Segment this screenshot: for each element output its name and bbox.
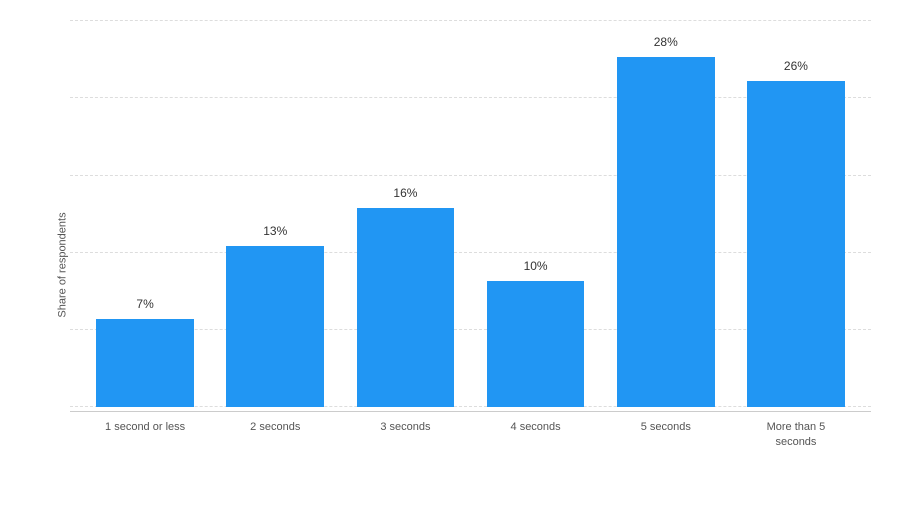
bar-group-3: 16% [340,20,470,407]
bar-value-label-4: 10% [524,259,548,273]
x-label-4: 4 seconds [471,420,601,449]
x-label-6: More than 5seconds [731,420,861,449]
x-axis: 1 second or less2 seconds3 seconds4 seco… [70,412,871,449]
chart-container: Share of respondents 7% 13% 16% 10% 28% 26% 1… [0,0,901,529]
bar-value-label-1: 7% [136,297,153,311]
bar-1: 7% [96,319,194,407]
bar-value-label-2: 13% [263,224,287,238]
bar-group-1: 7% [80,20,210,407]
bar-group-5: 28% [601,20,731,407]
bar-4: 10% [487,281,585,407]
bar-group-2: 13% [210,20,340,407]
bar-group-6: 26% [731,20,861,407]
bar-6: 26% [747,81,845,407]
bars-wrapper: 7% 13% 16% 10% 28% 26% [70,20,871,407]
x-label-3: 3 seconds [340,420,470,449]
chart-area: 7% 13% 16% 10% 28% 26% [70,20,871,407]
bar-value-label-6: 26% [784,59,808,73]
x-label-2: 2 seconds [210,420,340,449]
bar-3: 16% [357,208,455,407]
x-label-1: 1 second or less [80,420,210,449]
x-label-5: 5 seconds [601,420,731,449]
bar-5: 28% [617,57,715,407]
y-axis-label: Share of respondents [57,212,69,317]
bar-value-label-3: 16% [393,186,417,200]
bar-group-4: 10% [471,20,601,407]
bar-value-label-5: 28% [654,35,678,49]
bar-2: 13% [226,246,324,407]
